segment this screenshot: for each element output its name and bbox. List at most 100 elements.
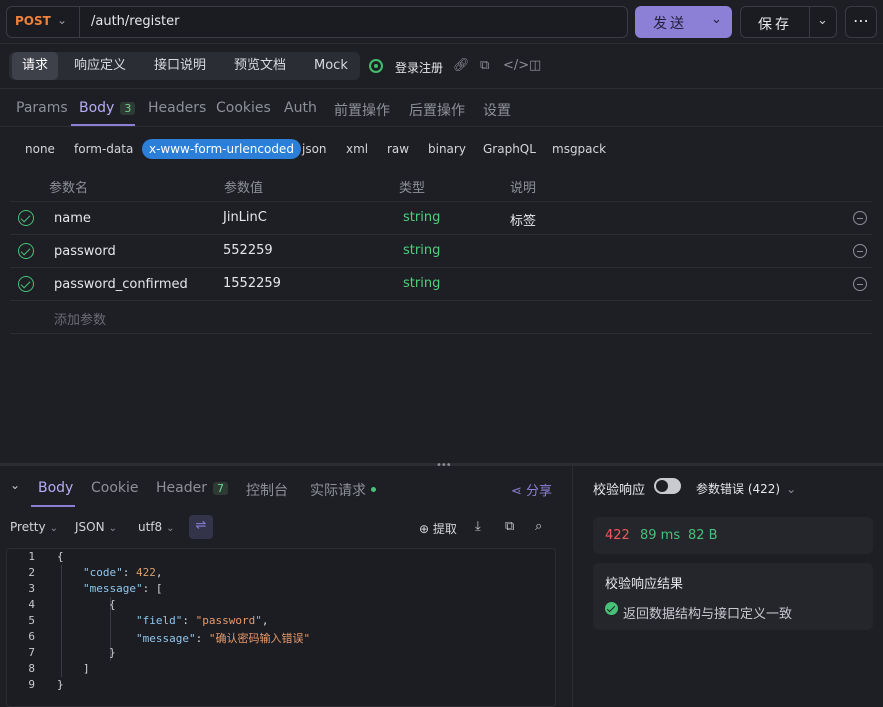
line-number: 8 bbox=[28, 662, 35, 675]
body-type-json[interactable]: json bbox=[302, 142, 327, 156]
save-button[interactable]: 保存 ⌄ bbox=[740, 6, 837, 38]
tab-mock[interactable]: Mock bbox=[304, 52, 358, 80]
tab-request[interactable]: 请求 bbox=[12, 52, 59, 80]
tab-params[interactable]: Params bbox=[16, 100, 68, 116]
param-value[interactable]: 1552259 bbox=[223, 276, 281, 291]
param-name[interactable]: password bbox=[54, 244, 116, 259]
checkbox-enabled-icon[interactable] bbox=[18, 243, 34, 259]
response-stats: 422 89 ms 82 B bbox=[593, 517, 873, 554]
body-type-msgpack[interactable]: msgpack bbox=[552, 142, 606, 156]
response-code-viewer[interactable]: 1 2 3 4 5 6 7 8 9 { "code": 422, "messag… bbox=[6, 548, 556, 707]
share-icon: ⋖ bbox=[511, 484, 527, 499]
tab-response-definition[interactable]: 响应定义 bbox=[64, 52, 136, 80]
response-definition-select[interactable]: 参数错误 (422) ⌄ bbox=[696, 480, 796, 497]
validation-result: 校验响应结果 返回数据结构与接口定义一致 bbox=[593, 563, 873, 630]
tab-body[interactable]: Body 3 bbox=[79, 100, 136, 116]
tab-api-description[interactable]: 接口说明 bbox=[144, 52, 216, 80]
line-number: 4 bbox=[28, 598, 35, 611]
json-key: "field" bbox=[136, 614, 183, 627]
param-value[interactable]: 552259 bbox=[223, 243, 273, 258]
add-param-input[interactable]: 添加参数 bbox=[54, 309, 106, 328]
copy-icon[interactable]: ⧉ bbox=[505, 519, 514, 534]
sidebar-toggle-icon[interactable]: ◫ bbox=[529, 58, 541, 73]
copy-icon[interactable]: ⧉ bbox=[480, 58, 489, 73]
response-definition-label: 参数错误 (422) bbox=[696, 482, 781, 496]
tab-console[interactable]: 控制台 bbox=[246, 480, 288, 500]
more-icon[interactable]: ⋯ bbox=[845, 6, 877, 38]
body-type-none[interactable]: none bbox=[25, 142, 55, 156]
download-icon[interactable]: ⤓ bbox=[475, 519, 481, 534]
extract-button[interactable]: ⊕ 提取 bbox=[419, 520, 457, 537]
api-name[interactable]: 登录注册 bbox=[395, 59, 443, 76]
word-wrap-icon[interactable]: ⇌ bbox=[189, 515, 213, 539]
search-icon[interactable]: ⌕ bbox=[535, 519, 542, 534]
format-select[interactable]: Pretty ⌄ bbox=[10, 520, 58, 534]
tab-preview-docs[interactable]: 预览文档 bbox=[224, 52, 296, 80]
share-button[interactable]: ⋖ 分享 bbox=[511, 480, 552, 499]
param-description[interactable]: 标签 bbox=[510, 210, 536, 229]
json-key: "message" bbox=[136, 632, 196, 645]
chevron-down-icon[interactable]: ⌄ bbox=[711, 12, 722, 27]
tab-post-processors[interactable]: 后置操作 bbox=[409, 100, 465, 120]
tab-auth[interactable]: Auth bbox=[284, 100, 317, 116]
divider bbox=[10, 333, 872, 334]
extract-icon: ⊕ bbox=[419, 522, 433, 536]
checkbox-enabled-icon[interactable] bbox=[18, 210, 34, 226]
encoding-select[interactable]: utf8 ⌄ bbox=[138, 520, 175, 534]
tab-response-cookie[interactable]: Cookie bbox=[91, 480, 139, 496]
validate-response-toggle[interactable] bbox=[654, 478, 681, 494]
param-name[interactable]: name bbox=[54, 211, 91, 226]
body-type-form-data[interactable]: form-data bbox=[74, 142, 133, 156]
method-select[interactable]: POST bbox=[15, 14, 51, 28]
tab-pre-processors[interactable]: 前置操作 bbox=[334, 100, 390, 120]
code-line: "message": "确认密码输入错误" bbox=[136, 632, 311, 645]
line-number: 2 bbox=[28, 566, 35, 579]
code-line: } bbox=[57, 678, 64, 691]
body-type-binary[interactable]: binary bbox=[428, 142, 466, 156]
body-type-raw[interactable]: raw bbox=[387, 142, 409, 156]
chevron-down-icon[interactable]: ⌄ bbox=[817, 13, 828, 28]
tab-headers[interactable]: Headers bbox=[148, 100, 206, 116]
param-name[interactable]: password_confirmed bbox=[54, 277, 188, 292]
body-type-xml[interactable]: xml bbox=[346, 142, 368, 156]
tab-settings[interactable]: 设置 bbox=[483, 100, 511, 120]
chevron-down-icon[interactable]: ⌄ bbox=[57, 13, 67, 27]
drag-handle-icon[interactable]: ••• bbox=[436, 460, 452, 471]
column-header-name: 参数名 bbox=[49, 181, 89, 196]
param-type[interactable]: string bbox=[403, 276, 440, 291]
divider bbox=[79, 7, 80, 37]
line-number: 7 bbox=[28, 646, 35, 659]
api-status-icon bbox=[369, 59, 383, 73]
line-number: 5 bbox=[28, 614, 35, 627]
language-select[interactable]: JSON ⌄ bbox=[75, 520, 117, 534]
tab-cookies[interactable]: Cookies bbox=[216, 100, 271, 116]
json-key: "code" bbox=[83, 566, 123, 579]
remove-row-icon[interactable] bbox=[853, 244, 867, 258]
json-string: "确认密码输入错误" bbox=[208, 632, 311, 645]
body-type-urlencoded[interactable]: x-www-form-urlencoded bbox=[142, 139, 301, 159]
param-type[interactable]: string bbox=[403, 210, 440, 225]
chevron-down-icon: ⌄ bbox=[786, 482, 797, 496]
url-input[interactable]: /auth/register bbox=[91, 14, 179, 29]
remove-row-icon[interactable] bbox=[853, 277, 867, 291]
param-value[interactable]: JinLinC bbox=[223, 210, 267, 225]
body-type-graphql[interactable]: GraphQL bbox=[483, 142, 536, 156]
chevron-down-icon[interactable]: ⌄ bbox=[10, 478, 20, 492]
line-number: 9 bbox=[28, 678, 35, 691]
code-line: "message": [ bbox=[83, 582, 163, 595]
response-time: 89 ms bbox=[640, 528, 681, 543]
column-header-type: 类型 bbox=[399, 181, 426, 196]
code-icon[interactable]: </> bbox=[503, 58, 529, 73]
param-type[interactable]: string bbox=[403, 243, 440, 258]
checkbox-enabled-icon[interactable] bbox=[18, 276, 34, 292]
code-line: "field": "password", bbox=[136, 614, 269, 627]
active-tab-indicator bbox=[71, 124, 135, 126]
code-line: { bbox=[57, 550, 64, 563]
tab-response-body[interactable]: Body bbox=[38, 480, 73, 496]
tab-response-header[interactable]: Header 7 bbox=[156, 480, 228, 496]
link-icon[interactable]: 🔗︎ bbox=[453, 58, 470, 73]
remove-row-icon[interactable] bbox=[853, 211, 867, 225]
send-button[interactable]: 发送 ⌄ bbox=[635, 6, 732, 38]
tab-actual-request[interactable]: 实际请求 bbox=[310, 480, 376, 500]
code-line: } bbox=[109, 646, 116, 659]
